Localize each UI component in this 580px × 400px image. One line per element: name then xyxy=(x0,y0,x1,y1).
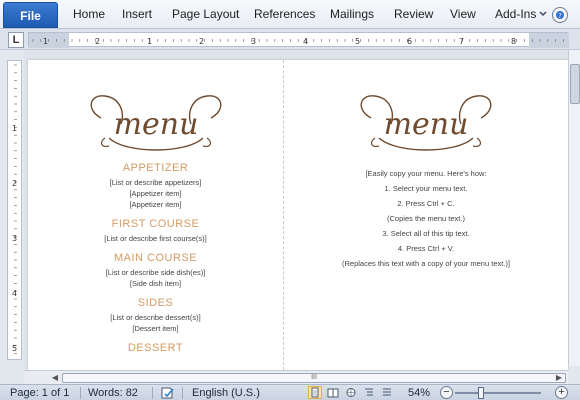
tab-references[interactable]: References xyxy=(254,0,315,29)
language[interactable]: English (U.S.) xyxy=(192,386,260,400)
tip-line: (Copies the menu text.) xyxy=(387,214,465,223)
ruler-number: 2 xyxy=(95,37,100,46)
ruler-number: 5 xyxy=(355,37,360,46)
ribbon-collapse-icon[interactable] xyxy=(538,8,548,20)
horizontal-ruler[interactable]: 1 2 1 2 3 4 5 6 7 8 xyxy=(28,32,569,48)
tab-add-ins[interactable]: Add-Ins xyxy=(495,0,536,29)
ruler-number: 7 xyxy=(459,37,464,46)
vertical-scrollbar[interactable] xyxy=(568,50,580,366)
section-heading: DESSERT xyxy=(127,342,184,354)
tab-page-layout[interactable]: Page Layout xyxy=(172,0,239,29)
draft-view-icon[interactable] xyxy=(380,386,394,399)
scroll-right-icon[interactable]: ▶ xyxy=(554,373,564,383)
svg-text:?: ? xyxy=(558,12,562,20)
outline-view-icon[interactable] xyxy=(362,386,376,399)
section-line: [List or describe side dish(es)] xyxy=(105,268,206,277)
help-icon[interactable]: ? xyxy=(552,7,568,23)
logo-text: menu xyxy=(384,107,469,142)
ruler-number: 3 xyxy=(12,234,17,243)
zoom-in-button[interactable]: + xyxy=(555,386,568,399)
section-line: [Side dish item] xyxy=(129,279,182,288)
ruler-number: 1 xyxy=(12,124,17,133)
section-line: [Appetizer item] xyxy=(129,189,182,198)
status-separator xyxy=(182,387,183,399)
section-heading: APPETIZER xyxy=(122,162,189,174)
proofing-icon[interactable] xyxy=(160,386,176,400)
ruler-number: 5 xyxy=(12,344,17,353)
ruler-number: 2 xyxy=(199,37,204,46)
tab-view[interactable]: View xyxy=(450,0,476,29)
ruler-number: 2 xyxy=(12,179,17,188)
ruler-number: 6 xyxy=(407,37,412,46)
section-line: [Appetizer item] xyxy=(129,200,182,209)
ruler-number: 4 xyxy=(12,289,17,298)
menu-column-right: menu [Easily copy your menu. Here's how:… xyxy=(284,60,568,271)
ruler-number: 3 xyxy=(251,37,256,46)
horizontal-scroll-thumb[interactable]: III xyxy=(62,373,566,383)
page-count[interactable]: Page: 1 of 1 xyxy=(10,386,69,400)
vertical-ruler[interactable]: 1 2 3 4 5 xyxy=(7,60,22,360)
print-layout-view-icon[interactable] xyxy=(308,386,322,399)
tip-block: [Easily copy your menu. Here's how: 1. S… xyxy=(284,166,568,271)
tip-line: (Replaces this text with a copy of your … xyxy=(342,259,510,268)
tip-line: 1. Select your menu text. xyxy=(384,184,468,193)
section-line: [List or describe appetizers] xyxy=(109,178,202,187)
section-heading: MAIN COURSE xyxy=(113,252,198,264)
section-line: [List or describe first course(s)] xyxy=(104,234,207,243)
logo-text: menu xyxy=(113,107,198,142)
menu-column-left: menu APPETIZER [List or describe appetiz… xyxy=(28,60,283,354)
status-bar: Page: 1 of 1 Words: 82 English (U.S.) 54… xyxy=(0,384,580,400)
menu-section-appetizer: APPETIZER [List or describe appetizers] … xyxy=(28,162,283,210)
section-heading: FIRST COURSE xyxy=(111,218,200,230)
menu-section-dessert: DESSERT xyxy=(28,342,283,354)
menu-logo: menu xyxy=(90,95,221,151)
ruler-number: 8 xyxy=(511,37,516,46)
ruler-number: 1 xyxy=(147,37,152,46)
document-page[interactable]: menu APPETIZER [List or describe appetiz… xyxy=(28,60,568,370)
status-separator xyxy=(80,387,81,399)
menu-section-main-course: MAIN COURSE [List or describe side dish(… xyxy=(28,252,283,289)
tab-home[interactable]: Home xyxy=(73,0,105,29)
ribbon-tab-bar: File Home Insert Page Layout References … xyxy=(0,0,580,29)
zoom-slider-thumb[interactable] xyxy=(478,387,484,399)
status-separator xyxy=(152,387,153,399)
document-area: menu APPETIZER [List or describe appetiz… xyxy=(24,50,568,370)
tab-insert[interactable]: Insert xyxy=(122,0,152,29)
tip-line: 4. Press Ctrl + V. xyxy=(397,244,455,253)
scroll-left-icon[interactable]: ◀ xyxy=(50,373,60,383)
tip-line: 3. Select all of this tip text. xyxy=(382,229,470,238)
tab-selector[interactable]: L xyxy=(8,32,24,48)
tab-file[interactable]: File xyxy=(3,2,58,28)
tab-mailings[interactable]: Mailings xyxy=(330,0,374,29)
menu-section-first-course: FIRST COURSE [List or describe first cou… xyxy=(28,218,283,244)
full-screen-reading-icon[interactable] xyxy=(326,386,340,399)
tip-line: 2. Press Ctrl + C. xyxy=(397,199,455,208)
tab-review[interactable]: Review xyxy=(394,0,433,29)
section-line: [Dessert item] xyxy=(132,324,179,333)
menu-logo: menu xyxy=(360,95,492,151)
section-heading: SIDES xyxy=(137,297,174,309)
ruler-number: 1 xyxy=(43,37,48,46)
vertical-scroll-thumb[interactable] xyxy=(570,64,580,104)
zoom-level[interactable]: 54% xyxy=(408,386,430,400)
word-count[interactable]: Words: 82 xyxy=(88,386,138,400)
section-line: [List or describe dessert(s)] xyxy=(110,313,201,322)
menu-section-sides: SIDES [List or describe dessert(s)] [Des… xyxy=(28,297,283,334)
zoom-slider-track[interactable] xyxy=(455,392,541,394)
horizontal-scrollbar[interactable]: ◀ III ▶ xyxy=(24,370,568,384)
ruler-row: L 1 2 1 2 3 4 5 6 7 8 xyxy=(0,29,580,50)
ruler-number: 4 xyxy=(303,37,308,46)
tip-line: [Easily copy your menu. Here's how: xyxy=(365,169,487,178)
zoom-out-button[interactable]: − xyxy=(440,386,453,399)
web-layout-icon[interactable] xyxy=(344,386,358,399)
